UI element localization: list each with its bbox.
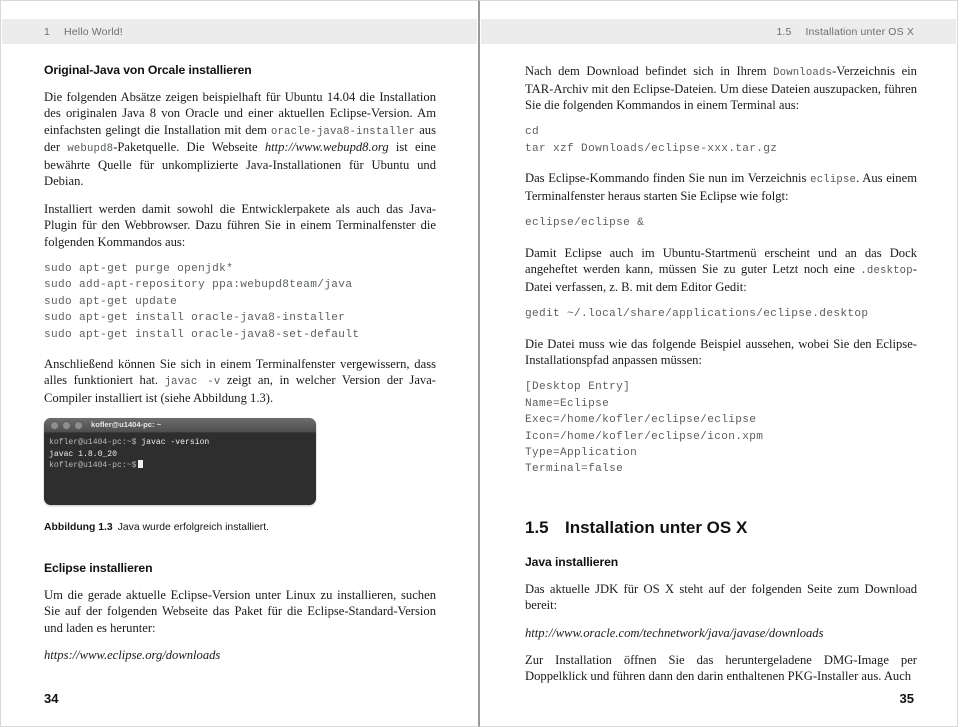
page-number-left: 34	[44, 691, 59, 706]
terminal-title: kofler@u1404-pc: ~	[91, 420, 162, 430]
code-block-tar-extract: cd tar xzf Downloads/eclipse-xxx.tar.gz	[525, 126, 778, 155]
heading-java-installieren: Java installieren	[525, 554, 619, 569]
vertical-spacer-right	[525, 491, 917, 517]
para-text-a: Damit Eclipse auch im Ubuntu-Startmenü e…	[525, 245, 917, 277]
terminal-window: kofler@u1404-pc: ~ kofler@u1404-pc:~$ ja…	[44, 418, 316, 506]
terminal-line-1: kofler@u1404-pc:~$ javac -version	[49, 437, 311, 448]
paragraph-jdk-download: Das aktuelle JDK für OS X steht auf der …	[525, 581, 917, 613]
section-heading-osx: 1.5 Installation unter OS X	[525, 517, 917, 539]
figure-caption: Abbildung 1.3 Java wurde erfolgreich inst…	[44, 521, 436, 535]
paragraph-dmg-install: Zur Installation öffnen Sie das herunter…	[525, 652, 917, 684]
paragraph-download-tar: Nach dem Download befindet sich in Ihrem…	[525, 63, 917, 113]
running-head-left: 1 Hello World!	[2, 19, 477, 44]
vertical-spacer	[44, 535, 436, 561]
right-page-text-column: Nach dem Download befindet sich in Ihrem…	[525, 63, 917, 696]
url-oracle-downloads: http://www.oracle.com/technetwork/java/j…	[525, 625, 824, 640]
book-spread: 1 Hello World! Original-Java von Orcale …	[0, 0, 960, 727]
left-page-text-column: Original-Java von Orcale installieren Di…	[44, 63, 436, 674]
paragraph-desktop-file: Damit Eclipse auch im Ubuntu-Startmenü e…	[525, 245, 917, 295]
terminal-line-3: kofler@u1404-pc:~$	[49, 460, 311, 471]
figure-caption-text: Java wurde erfolgreich installiert.	[117, 522, 270, 534]
terminal-line-2: javac 1.8.0_20	[49, 449, 117, 459]
inline-code-desktop: .desktop	[860, 265, 913, 278]
heading-eclipse-installieren: Eclipse installieren	[44, 560, 153, 575]
page-number-right: 35	[899, 691, 914, 706]
inline-code-javac-v: javac -v	[164, 376, 221, 389]
right-page: 1.5 Installation unter OS X Nach dem Dow…	[479, 0, 958, 727]
para-text-c: -Paketquelle. Die Webseite	[113, 140, 265, 155]
running-head-right: 1.5 Installation unter OS X	[481, 19, 956, 44]
inline-url-webupd8: http://www.webupd8.org	[264, 140, 389, 155]
paragraph-eclipse-download: Um die gerade aktuelle Eclipse-Version u…	[44, 587, 436, 635]
code-block-gedit: gedit ~/.local/share/applications/eclips…	[525, 308, 869, 321]
paragraph-installed-packages: Installiert werden damit sowohl die Entw…	[44, 201, 436, 249]
paragraph-ubuntu-intro: Die folgenden Absätze zeigen beispielhaf…	[44, 89, 436, 190]
heading-original-java: Original-Java von Orcale installieren	[44, 63, 252, 77]
maximize-icon[interactable]	[74, 420, 83, 430]
running-head-chapter-number: 1	[44, 25, 50, 38]
para-text-a: Das Eclipse-Kommando finden Sie nun im V…	[525, 171, 811, 186]
url-eclipse-downloads: https://www.eclipse.org/downloads	[44, 647, 221, 662]
inline-code-oracle-java8-installer: oracle-java8-installer	[270, 125, 416, 138]
running-head-chapter-title: Hello World!	[64, 25, 123, 38]
inline-code-downloads: Downloads	[773, 67, 833, 79]
inline-code-eclipse: eclipse	[810, 174, 857, 187]
close-icon[interactable]	[50, 420, 59, 430]
terminal-prompt-2: kofler@u1404-pc:~$	[49, 461, 137, 471]
para-text-a: Nach dem Download befindet sich in Ihrem	[525, 64, 774, 78]
running-head-section-title: Installation unter OS X	[805, 25, 914, 38]
running-head-section-number: 1.5	[776, 25, 792, 38]
code-block-apt-commands: sudo apt-get purge openjdk* sudo add-apt…	[44, 262, 360, 341]
terminal-prompt-1: kofler@u1404-pc:~$	[49, 438, 137, 448]
code-block-eclipse-run: eclipse/eclipse &	[525, 217, 645, 230]
terminal-output: kofler@u1404-pc:~$ javac -version javac …	[44, 433, 316, 506]
left-page: 1 Hello World! Original-Java von Orcale …	[0, 0, 479, 727]
terminal-command-1: javac -version	[136, 438, 210, 448]
minimize-icon[interactable]	[62, 420, 71, 430]
window-controls	[50, 420, 83, 430]
figure-terminal: kofler@u1404-pc: ~ kofler@u1404-pc:~$ ja…	[44, 418, 436, 535]
paragraph-eclipse-start: Das Eclipse-Kommando finden Sie nun im V…	[525, 170, 917, 204]
section-title: Installation unter OS X	[565, 517, 748, 537]
inline-code-webupd8: webupd8	[67, 143, 114, 156]
terminal-titlebar: kofler@u1404-pc: ~	[44, 418, 316, 434]
figure-caption-label: Abbildung 1.3	[44, 522, 113, 534]
paragraph-verify-javac: Anschließend können Sie sich in einem Te…	[44, 356, 436, 406]
paragraph-desktop-example: Die Datei muss wie das folgende Beispiel…	[525, 336, 917, 368]
section-number: 1.5	[525, 517, 549, 537]
terminal-cursor	[138, 460, 144, 469]
code-block-desktop-entry: [Desktop Entry] Name=Eclipse Exec=/home/…	[525, 381, 764, 476]
